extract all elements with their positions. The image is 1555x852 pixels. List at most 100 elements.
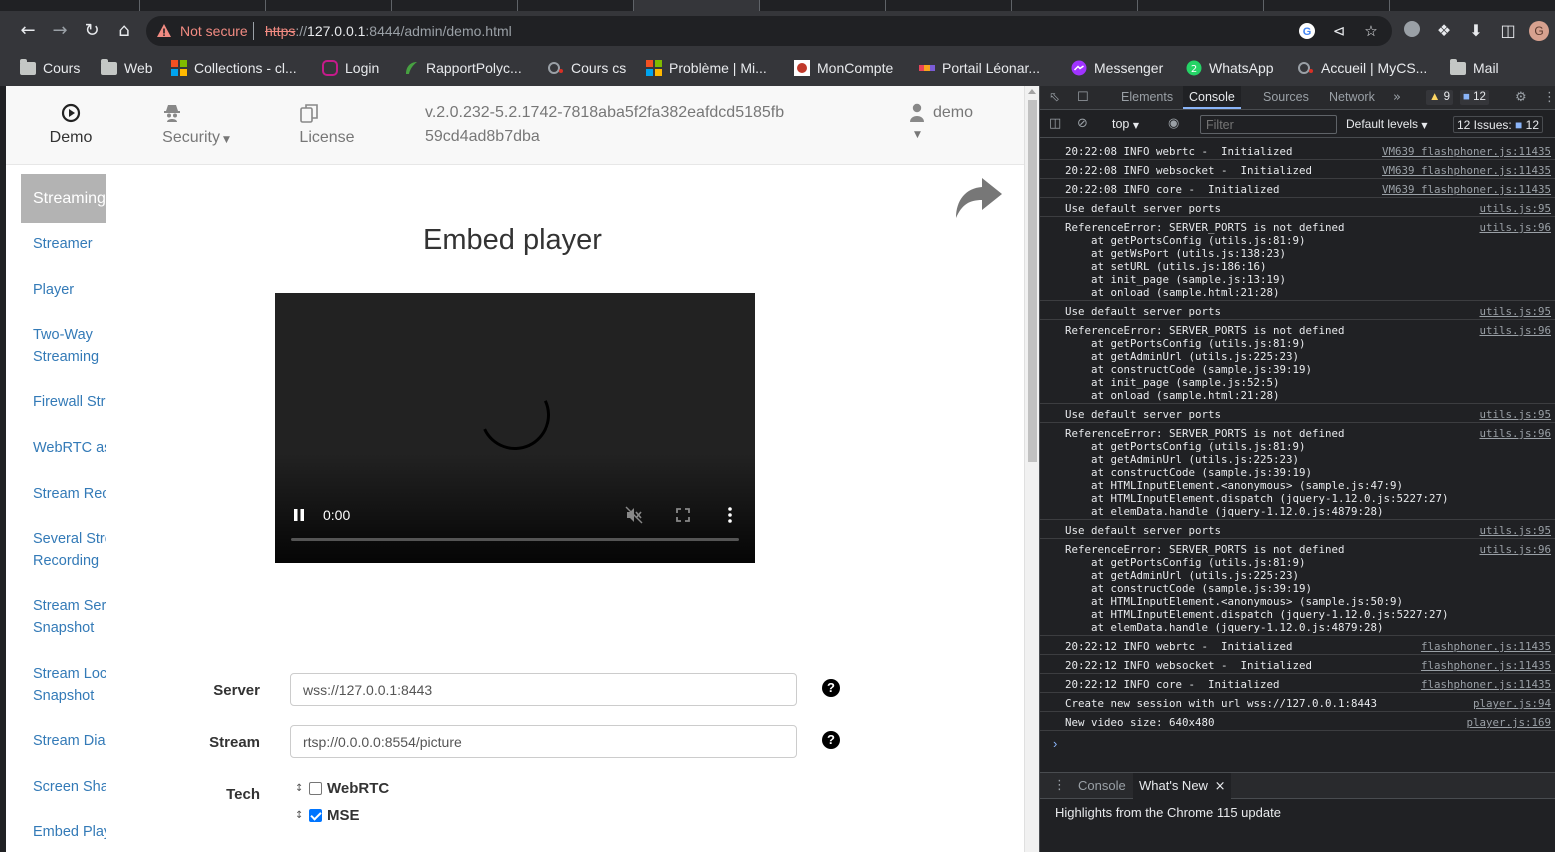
sidebar-item-two-way-streaming[interactable]: Two-Way Streaming	[21, 324, 106, 368]
address-bar[interactable]: Not secure https://127.0.0.1:8444/admin/…	[146, 16, 1392, 46]
server-input[interactable]	[290, 673, 797, 706]
side-panel-icon[interactable]: ◫	[1497, 20, 1519, 42]
tab-network[interactable]: Network	[1323, 86, 1381, 109]
console-source-link[interactable]: utils.js:96	[1479, 427, 1551, 440]
help-icon[interactable]: ?	[822, 731, 840, 749]
sidebar-item-stream-recording[interactable]: Stream Rec	[21, 483, 106, 505]
download-icon[interactable]: ⬇	[1465, 20, 1487, 42]
drag-handle-icon[interactable]: ↕	[295, 783, 309, 794]
console-source-link[interactable]: VM639 flashphoner.js:11435	[1382, 145, 1551, 158]
share-arrow-icon[interactable]	[952, 174, 1004, 222]
home-icon[interactable]: ⌂	[112, 19, 136, 43]
profile-avatar[interactable]: G	[1529, 21, 1549, 41]
browser-tab[interactable]	[518, 0, 634, 11]
back-icon[interactable]: ←	[16, 19, 40, 43]
bookmark-item[interactable]: Accueil | MyCS...	[1298, 58, 1427, 78]
sidebar-toggle-icon[interactable]: ◫	[1049, 116, 1061, 132]
bookmark-item[interactable]: MonCompte	[794, 58, 893, 78]
bookmark-star-icon[interactable]: ☆	[1362, 22, 1380, 40]
browser-tab[interactable]	[886, 0, 1012, 11]
console-prompt-icon[interactable]: ›	[1053, 736, 1057, 751]
console-source-link[interactable]: flashphoner.js:11435	[1421, 678, 1551, 691]
sidebar-item-streamer[interactable]: Streamer	[21, 233, 106, 255]
url-text[interactable]: https://127.0.0.1:8444/admin/demo.html	[265, 23, 512, 39]
browser-tab[interactable]	[1138, 0, 1264, 11]
browser-tab[interactable]	[266, 0, 392, 11]
browser-tab[interactable]	[760, 0, 886, 11]
sidebar-item-firewall[interactable]: Firewall Str	[21, 391, 106, 413]
sidebar-item-server-snapshot[interactable]: Stream Ser Snapshot	[21, 595, 106, 639]
fullscreen-icon[interactable]	[675, 507, 691, 523]
drawer-tab-whats-new[interactable]: What's New ×	[1133, 773, 1232, 799]
scroll-thumb[interactable]	[1028, 100, 1037, 462]
tech-option-mse[interactable]: ↕ MSE	[295, 805, 360, 825]
tab-console[interactable]: Console	[1183, 86, 1241, 109]
drawer-tab-console[interactable]: Console	[1072, 773, 1132, 799]
sidebar-item-streaming[interactable]: Streaming	[21, 174, 106, 223]
sidebar-item-stream-diagnostics[interactable]: Stream Dia	[21, 730, 106, 752]
console-source-link[interactable]: utils.js:95	[1479, 524, 1551, 537]
scroll-up-icon[interactable]	[1028, 89, 1036, 94]
bookmark-item[interactable]: 2 WhatsApp	[1186, 58, 1274, 78]
help-icon[interactable]: ?	[822, 679, 840, 697]
eye-icon[interactable]: ◉	[1168, 116, 1179, 132]
sidebar-item-player[interactable]: Player	[21, 279, 106, 301]
bookmark-item[interactable]: Collections - cl...	[171, 58, 297, 78]
console-source-link[interactable]: flashphoner.js:11435	[1421, 659, 1551, 672]
video-player[interactable]: 0:00	[275, 293, 755, 563]
mute-icon[interactable]	[625, 506, 643, 524]
sidebar-item-local-snapshot[interactable]: Stream Loc Snapshot	[21, 663, 106, 707]
bookmark-item[interactable]: Problème | Mi...	[646, 58, 767, 78]
browser-tab[interactable]	[1264, 0, 1390, 11]
bookmark-item[interactable]: Cours	[20, 58, 80, 78]
console-filter-input[interactable]	[1200, 115, 1337, 134]
console-source-link[interactable]: VM639 flashphoner.js:11435	[1382, 164, 1551, 177]
console-source-link[interactable]: VM639 flashphoner.js:11435	[1382, 183, 1551, 196]
bookmark-item[interactable]: Login	[322, 58, 379, 78]
tech-option-webrtc[interactable]: ↕ WebRTC	[295, 778, 389, 798]
browser-tab[interactable]	[1012, 0, 1138, 11]
not-secure-label[interactable]: Not secure	[180, 23, 248, 39]
browser-tab[interactable]	[0, 0, 140, 11]
warnings-badge[interactable]: ▲ 9	[1426, 90, 1453, 105]
drawer-menu-icon[interactable]: ⋮	[1053, 778, 1066, 794]
share-icon[interactable]: ⊲	[1330, 22, 1348, 40]
extension-icon[interactable]	[1401, 20, 1423, 42]
bookmark-item[interactable]: RapportPolyc...	[403, 58, 522, 78]
page-scrollbar[interactable]	[1024, 86, 1039, 852]
context-selector[interactable]: top ▼	[1112, 117, 1139, 131]
console-source-link[interactable]: utils.js:95	[1479, 305, 1551, 318]
pause-icon[interactable]	[292, 507, 306, 523]
console-source-link[interactable]: utils.js:95	[1479, 202, 1551, 215]
browser-tab[interactable]	[140, 0, 266, 11]
close-icon[interactable]: ×	[1215, 779, 1226, 794]
sidebar-item-embed-player[interactable]: Embed Play	[21, 821, 106, 843]
google-lens-icon[interactable]: G	[1298, 22, 1316, 40]
bookmark-item[interactable]: Messenger	[1071, 58, 1163, 78]
mse-checkbox[interactable]	[309, 808, 322, 822]
more-options-icon[interactable]	[726, 506, 734, 524]
issues-button[interactable]: 12 Issues: ■ 12	[1453, 116, 1543, 133]
console-source-link[interactable]: player.js:94	[1473, 697, 1551, 710]
forward-icon[interactable]: →	[48, 19, 72, 43]
sidebar-item-several-streams[interactable]: Several Stre Recording	[21, 528, 106, 572]
settings-gear-icon[interactable]: ⚙	[1515, 90, 1527, 106]
console-source-link[interactable]: flashphoner.js:11435	[1421, 640, 1551, 653]
bookmark-item[interactable]: Mail	[1450, 58, 1499, 78]
tab-elements[interactable]: Elements	[1115, 86, 1179, 109]
clear-console-icon[interactable]: ⊘	[1077, 116, 1088, 132]
browser-tab-active[interactable]	[634, 0, 760, 11]
console-source-link[interactable]: utils.js:95	[1479, 408, 1551, 421]
console-source-link[interactable]: player.js:169	[1466, 716, 1551, 729]
sidebar-item-screen-sharing[interactable]: Screen Sha	[21, 776, 106, 798]
puzzle-icon[interactable]: ❖	[1433, 20, 1455, 42]
nav-license[interactable]: License	[295, 103, 359, 147]
webrtc-checkbox[interactable]	[309, 781, 322, 795]
nav-demo[interactable]: Demo	[42, 103, 100, 147]
console-source-link[interactable]: utils.js:96	[1479, 324, 1551, 337]
device-toolbar-icon[interactable]: ☐	[1077, 90, 1089, 106]
bookmark-item[interactable]: Cours cs	[548, 58, 626, 78]
bookmark-item[interactable]: Portail Léonar...	[919, 58, 1040, 78]
reload-icon[interactable]: ↻	[80, 19, 104, 43]
more-tabs-icon[interactable]: »	[1393, 90, 1401, 106]
